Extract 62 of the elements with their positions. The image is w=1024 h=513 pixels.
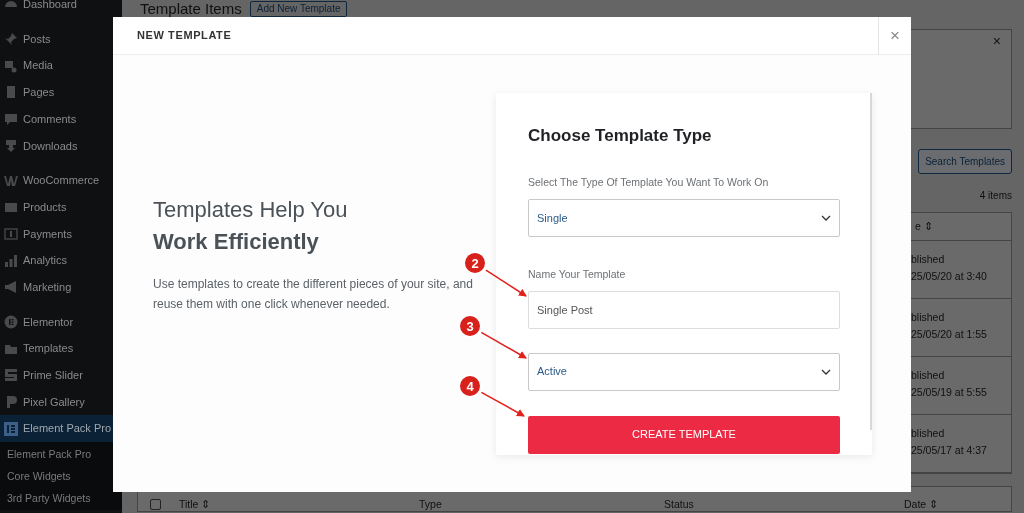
date-text: 25/05/17 at 4:37 xyxy=(911,443,988,458)
intro-heading: Templates Help You xyxy=(153,195,349,224)
intro-heading: Work Efficiently xyxy=(153,227,320,256)
e-block-icon xyxy=(4,421,18,436)
sidebar-item[interactable]: Pages xyxy=(0,79,122,106)
sidebar-item[interactable]: Elementor xyxy=(0,308,122,336)
sidebar-item[interactable]: WooCommerce xyxy=(0,167,122,194)
item-count: 4 items xyxy=(979,189,1012,203)
status-text: blished xyxy=(911,426,946,441)
sidebar-item[interactable]: Analytics xyxy=(0,247,122,274)
products-icon xyxy=(4,200,18,215)
sidebar-item[interactable]: Pixel Gallery xyxy=(0,388,122,416)
select-all-checkbox[interactable] xyxy=(150,499,161,510)
dismiss-icon[interactable]: × xyxy=(992,34,1001,48)
status-select[interactable]: Active xyxy=(528,352,840,391)
sidebar-item[interactable]: Dashboard xyxy=(0,0,122,18)
sidebar-item[interactable]: Marketing xyxy=(0,273,122,301)
form-title: Choose Template Type xyxy=(528,125,713,147)
chevron-down-icon xyxy=(821,368,831,375)
date-text: 25/05/19 at 5:55 xyxy=(911,385,988,400)
chevron-down-icon xyxy=(821,214,831,221)
s-shape-icon xyxy=(4,368,18,383)
callout-arrow xyxy=(480,331,527,359)
status-text: blished xyxy=(911,310,946,325)
comment-icon xyxy=(4,112,18,127)
sidebar-item[interactable]: Comments xyxy=(0,105,122,133)
field-label: Select The Type Of Template You Want To Work On xyxy=(528,175,770,190)
page-title: Template Items xyxy=(140,0,242,17)
p-shape-icon xyxy=(4,394,18,409)
sidebar-item[interactable]: Products xyxy=(0,193,122,221)
date-text: 25/05/20 at 1:55 xyxy=(911,327,988,342)
sidebar-item[interactable]: Downloads xyxy=(0,132,122,160)
status-text: blished xyxy=(911,368,946,383)
circle-e-icon xyxy=(4,314,18,329)
submenu-item[interactable]: 3rd Party Widgets xyxy=(0,488,122,510)
search-button[interactable]: Search Templates xyxy=(918,149,1012,174)
create-template-button[interactable]: CREATE TEMPLATE xyxy=(528,415,840,454)
column-header[interactable]: Status xyxy=(664,498,904,510)
callout-arrow xyxy=(480,391,525,417)
pages-icon xyxy=(4,85,18,100)
sidebar-item[interactable]: Payments xyxy=(0,220,122,248)
template-type-select[interactable]: Single xyxy=(528,198,840,237)
megaphone-icon xyxy=(4,280,18,295)
sidebar-item[interactable]: Prime Slider xyxy=(0,361,122,389)
status-text: blished xyxy=(911,252,946,267)
date-text: 25/05/20 at 3:40 xyxy=(911,269,988,284)
sidebar-item[interactable]: Posts xyxy=(0,25,122,53)
sidebar-item[interactable]: Templates xyxy=(0,335,122,362)
column-header[interactable]: Title ⇕ xyxy=(179,498,419,510)
column-header[interactable]: Date ⇕ xyxy=(904,498,939,510)
callout-arrow xyxy=(485,269,527,297)
bar-chart-icon xyxy=(4,253,18,268)
column-header[interactable]: Type xyxy=(419,498,664,510)
intro-text: Use templates to create the different pieces of your site, and reuse them with one click whenever needed. xyxy=(153,275,474,313)
download-icon xyxy=(4,138,18,153)
close-button[interactable]: × xyxy=(878,16,911,55)
w-icon xyxy=(4,173,18,188)
sidebar-item[interactable]: Media xyxy=(0,52,122,80)
modal-title: NEW TEMPLATE xyxy=(136,28,233,44)
template-name-field[interactable]: Single Post xyxy=(528,290,840,329)
media-icon xyxy=(4,58,18,73)
field-label: Name Your Template xyxy=(528,266,627,282)
